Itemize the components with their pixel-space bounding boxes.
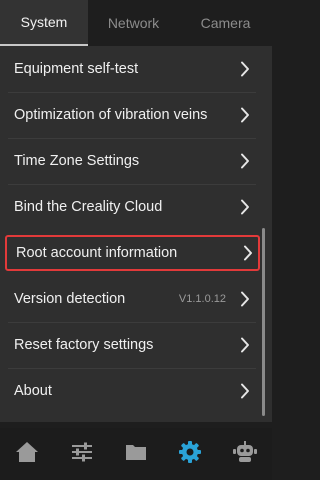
nav-settings[interactable] (163, 428, 217, 480)
chevron-right-icon (236, 106, 254, 124)
chevron-right-icon (236, 152, 254, 170)
nav-home[interactable] (0, 428, 54, 480)
chevron-right-icon (236, 336, 254, 354)
chevron-right-icon (236, 60, 254, 78)
chevron-right-icon (236, 290, 254, 308)
gear-icon (178, 440, 202, 469)
list-item-root-account[interactable]: Root account information (5, 235, 260, 271)
list-item-label: Reset factory settings (14, 337, 154, 353)
list-item-time-zone[interactable]: Time Zone Settings (0, 138, 262, 184)
list-item-version-detection[interactable]: Version detection V1.1.0.12 (0, 276, 262, 322)
nav-files[interactable] (109, 428, 163, 480)
robot-icon (232, 440, 257, 468)
list-item-label: Time Zone Settings (14, 153, 140, 169)
tab-network[interactable]: Network (88, 0, 179, 46)
sliders-icon (71, 442, 93, 467)
list-item-label: About (14, 383, 52, 399)
nav-controls[interactable] (54, 428, 108, 480)
chevron-right-icon (236, 198, 254, 216)
list-item-bind-cloud[interactable]: Bind the Creality Cloud (0, 184, 262, 230)
scrollbar[interactable] (262, 228, 265, 416)
list-item-label: Root account information (16, 245, 178, 261)
tab-system[interactable]: System (0, 0, 88, 46)
folder-icon (125, 443, 147, 466)
list-item-vibration-optimization[interactable]: Optimization of vibration veins (0, 92, 262, 138)
settings-list: Equipment self-test Optimization of vibr… (0, 46, 272, 422)
chevron-right-icon (236, 382, 254, 400)
list-item-label: Optimization of vibration veins (14, 107, 208, 123)
list-item-equipment-self-test[interactable]: Equipment self-test (0, 46, 262, 92)
nav-assistant[interactable] (218, 428, 272, 480)
tab-camera[interactable]: Camera (179, 0, 272, 46)
chevron-right-icon (239, 244, 257, 262)
list-item-label: Bind the Creality Cloud (14, 199, 163, 215)
version-value: V1.1.0.12 (178, 293, 226, 305)
list-item-reset-factory[interactable]: Reset factory settings (0, 322, 262, 368)
list-item-label: Equipment self-test (14, 61, 139, 77)
home-icon (15, 441, 39, 468)
list-item-label: Version detection (14, 291, 126, 307)
tab-bar: System Network Camera (0, 0, 272, 46)
bottom-nav (0, 428, 272, 480)
list-item-about[interactable]: About (0, 368, 262, 414)
